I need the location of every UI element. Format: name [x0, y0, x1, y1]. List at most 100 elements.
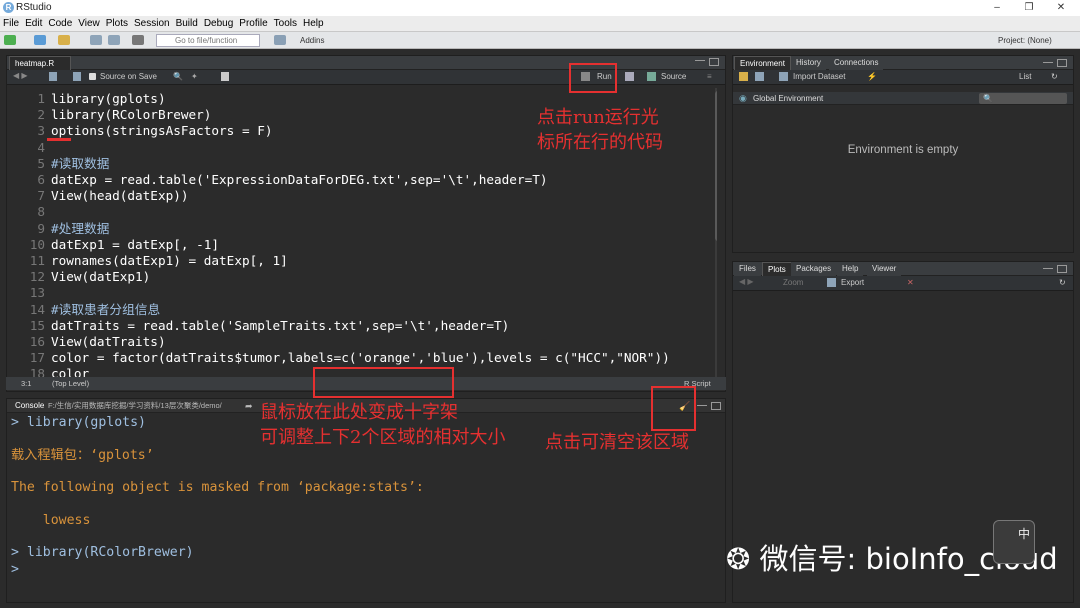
list-view-dropdown[interactable]: List: [1019, 71, 1031, 83]
code-line[interactable]: datTraits = read.table('SampleTraits.txt…: [51, 318, 509, 334]
save-workspace-icon[interactable]: [755, 72, 764, 81]
code-line[interactable]: datExp1 = datExp[, -1]: [51, 237, 219, 253]
export-icon[interactable]: [827, 278, 836, 287]
source-on-save-checkbox[interactable]: [89, 73, 96, 80]
search-icon[interactable]: 🔍: [173, 70, 183, 84]
line-number: 6: [37, 172, 45, 187]
zoom-button[interactable]: Zoom: [783, 277, 803, 289]
minimize-env-icon[interactable]: [1043, 62, 1053, 65]
line-number: 12: [29, 269, 45, 285]
goto-file-input[interactable]: Go to file/function: [156, 34, 260, 47]
menu-edit[interactable]: Edit: [22, 16, 45, 32]
editor-scrollbar[interactable]: [715, 88, 717, 388]
menu-code[interactable]: Code: [45, 16, 75, 32]
code-line[interactable]: View(datExp1): [51, 269, 150, 285]
tab-connections[interactable]: Connections: [829, 56, 884, 70]
console-line: lowess: [11, 512, 91, 528]
menu-help[interactable]: Help: [300, 16, 327, 32]
tab-help[interactable]: Help: [837, 262, 864, 276]
grid-layout-icon[interactable]: [274, 35, 286, 45]
code-line[interactable]: rownames(datExp1) = datExp[, 1]: [51, 253, 288, 269]
load-workspace-icon[interactable]: [739, 72, 748, 81]
save-icon[interactable]: [90, 35, 102, 45]
outline-icon[interactable]: ≡: [707, 71, 712, 83]
code-line[interactable]: library(gplots): [51, 91, 166, 107]
compile-report-icon[interactable]: [221, 72, 229, 81]
code-line[interactable]: #读取数据: [51, 156, 109, 172]
line-number: 3: [37, 123, 45, 139]
show-in-window-icon[interactable]: [49, 72, 57, 81]
menu-debug[interactable]: Debug: [201, 16, 236, 32]
go-to-directory-icon[interactable]: ➦: [245, 399, 253, 413]
back-forward-icon[interactable]: ◀ ▶: [13, 71, 28, 80]
print-icon[interactable]: [132, 35, 144, 45]
menu-tools[interactable]: Tools: [271, 16, 300, 32]
console-line: > library(RColorBrewer): [11, 545, 194, 561]
line-number: 13: [29, 285, 45, 301]
export-dropdown[interactable]: Export: [841, 277, 864, 289]
minimize-console-icon[interactable]: [697, 405, 707, 408]
save-all-icon[interactable]: [108, 35, 120, 45]
clear-env-icon[interactable]: ⚡: [867, 70, 877, 84]
code-line[interactable]: #处理数据: [51, 221, 109, 237]
resize-splitter-box[interactable]: [313, 367, 454, 398]
console-line: The following object is masked from ‘pac…: [11, 480, 424, 496]
code-line[interactable]: library(RColorBrewer): [51, 107, 211, 123]
console-label[interactable]: Console: [15, 399, 44, 413]
refresh-plots-icon[interactable]: ↻: [1059, 276, 1066, 290]
maximize-env-icon[interactable]: [1057, 59, 1067, 67]
code-line[interactable]: View(datTraits): [51, 334, 166, 350]
addins-dropdown[interactable]: Addins: [300, 34, 324, 47]
tab-viewer[interactable]: Viewer: [867, 262, 902, 276]
global-env-dropdown[interactable]: Global Environment: [753, 92, 823, 105]
source-button[interactable]: Source: [661, 71, 686, 83]
project-menu[interactable]: Project: (None): [998, 34, 1052, 47]
open-file-icon[interactable]: [58, 35, 70, 45]
code-line[interactable]: #读取患者分组信息: [51, 302, 160, 318]
source-icon[interactable]: [647, 72, 656, 81]
maximize-pane-icon[interactable]: [709, 58, 719, 66]
menu-file[interactable]: File: [0, 16, 22, 32]
console-line: >: [11, 561, 27, 577]
code-line[interactable]: color = factor(datTraits$tumor,labels=c(…: [51, 350, 670, 366]
import-dataset-icon[interactable]: [779, 72, 788, 81]
wand-icon[interactable]: ✦: [191, 70, 198, 84]
minimize-pane-icon[interactable]: [695, 60, 705, 63]
tab-files[interactable]: Files: [734, 262, 761, 276]
environment-pane: Environment History Connections Import D…: [732, 55, 1074, 253]
run-highlight-box: [569, 63, 617, 93]
source-on-save-label: Source on Save: [100, 72, 157, 81]
tab-history[interactable]: History: [791, 56, 826, 70]
menu-build[interactable]: Build: [173, 16, 201, 32]
maximize-button[interactable]: ❐: [1014, 0, 1044, 16]
close-button[interactable]: ✕: [1046, 0, 1076, 16]
rerun-icon[interactable]: [625, 72, 634, 81]
maximize-console-icon[interactable]: [711, 402, 721, 410]
line-number: 14: [29, 301, 45, 317]
menu-plots[interactable]: Plots: [103, 16, 131, 32]
minimize-files-icon[interactable]: [1043, 268, 1053, 271]
code-line[interactable]: options(stringsAsFactors = F): [51, 123, 273, 139]
menu-view[interactable]: View: [75, 16, 103, 32]
tab-plots[interactable]: Plots: [762, 262, 792, 276]
menu-session[interactable]: Session: [131, 16, 173, 32]
scope-indicator[interactable]: (Top Level): [52, 377, 89, 390]
new-file-icon[interactable]: [4, 35, 16, 45]
resize-annotation-line2: 可调整上下2个区域的相对大小: [260, 427, 506, 448]
refresh-env-icon[interactable]: ↻: [1051, 70, 1058, 84]
import-dataset-button[interactable]: Import Dataset: [793, 71, 845, 83]
new-project-icon[interactable]: [34, 35, 46, 45]
remove-plot-icon[interactable]: ✕: [907, 276, 914, 290]
tab-environment[interactable]: Environment: [734, 56, 791, 70]
code-line[interactable]: View(head(datExp)): [51, 188, 189, 204]
save-file-icon[interactable]: [73, 72, 81, 81]
tab-heatmap-r[interactable]: heatmap.R: [9, 56, 71, 70]
code-line[interactable]: datExp = read.table('ExpressionDataForDE…: [51, 172, 548, 188]
maximize-files-icon[interactable]: [1057, 265, 1067, 273]
menu-profile[interactable]: Profile: [236, 16, 270, 32]
env-search-input[interactable]: 🔍: [979, 93, 1067, 104]
prev-plot-icon[interactable]: ◀ ▶: [739, 277, 754, 286]
tab-packages[interactable]: Packages: [791, 262, 837, 276]
minimize-button[interactable]: –: [982, 0, 1012, 16]
